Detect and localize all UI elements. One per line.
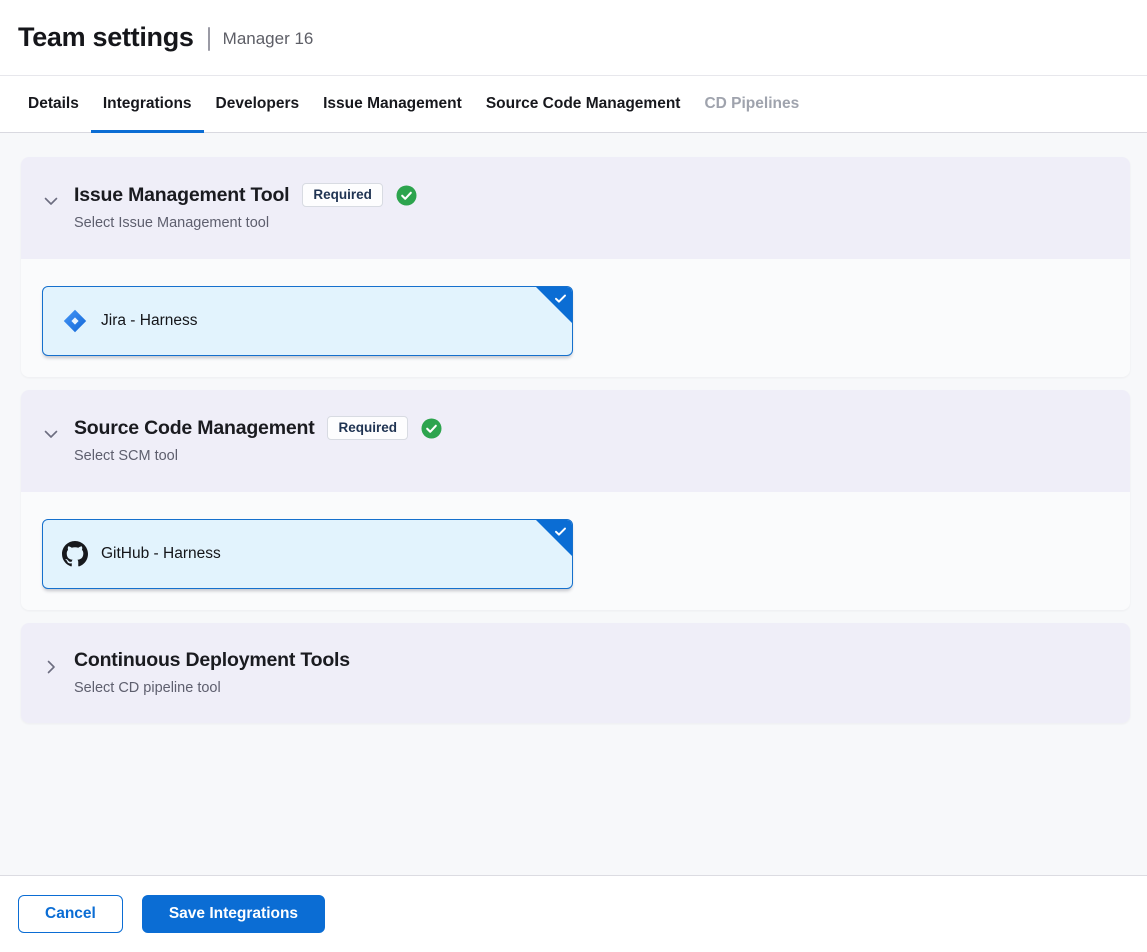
team-name-label: Manager 16 — [223, 29, 314, 49]
page-title: Team settings — [18, 22, 194, 53]
section-scm-header[interactable]: Source Code Management Required Select S… — [21, 390, 1130, 492]
section-title-row: Source Code Management Required — [74, 416, 442, 440]
section-issue-management-header[interactable]: Issue Management Tool Required Select Is… — [21, 157, 1130, 259]
section-title: Issue Management Tool — [74, 184, 289, 207]
section-issue-management-head-main: Issue Management Tool Required Select Is… — [74, 183, 417, 231]
section-cd-head-main: Continuous Deployment Tools Select CD pi… — [74, 649, 350, 696]
page-header: Team settings Manager 16 — [0, 0, 1147, 76]
required-badge: Required — [327, 416, 408, 440]
section-title-row: Issue Management Tool Required — [74, 183, 417, 207]
section-issue-management-tool: Issue Management Tool Required Select Is… — [21, 157, 1130, 377]
section-title-row: Continuous Deployment Tools — [74, 649, 350, 672]
section-source-code-management: Source Code Management Required Select S… — [21, 390, 1130, 610]
section-title: Source Code Management — [74, 417, 314, 440]
section-subtitle: Select Issue Management tool — [74, 215, 417, 231]
selected-check-icon — [553, 291, 568, 306]
integrations-panel: Issue Management Tool Required Select Is… — [0, 133, 1147, 875]
section-scm-head-main: Source Code Management Required Select S… — [74, 416, 442, 464]
cancel-button[interactable]: Cancel — [18, 895, 123, 933]
section-subtitle: Select SCM tool — [74, 448, 442, 464]
required-badge: Required — [302, 183, 383, 207]
chevron-right-icon[interactable] — [40, 656, 62, 678]
github-icon — [62, 541, 88, 567]
footer-action-bar: Cancel Save Integrations — [0, 875, 1147, 952]
section-continuous-deployment: Continuous Deployment Tools Select CD pi… — [21, 623, 1130, 723]
tab-integrations[interactable]: Integrations — [91, 76, 204, 132]
section-subtitle: Select CD pipeline tool — [74, 680, 350, 696]
tool-card-label: Jira - Harness — [101, 312, 197, 330]
tab-bar: Details Integrations Developers Issue Ma… — [0, 76, 1147, 133]
team-settings-page: Team settings Manager 16 Details Integra… — [0, 0, 1147, 952]
chevron-down-icon[interactable] — [40, 190, 62, 212]
section-scm-body: GitHub - Harness — [21, 492, 1130, 610]
jira-icon — [62, 308, 88, 334]
tool-card-github[interactable]: GitHub - Harness — [42, 519, 573, 589]
tab-developers[interactable]: Developers — [204, 76, 312, 132]
selected-check-icon — [553, 524, 568, 539]
completed-check-icon — [421, 418, 442, 439]
tab-details[interactable]: Details — [16, 76, 91, 132]
tab-issue-management[interactable]: Issue Management — [311, 76, 474, 132]
section-title: Continuous Deployment Tools — [74, 649, 350, 672]
section-cd-header[interactable]: Continuous Deployment Tools Select CD pi… — [21, 623, 1130, 723]
completed-check-icon — [396, 185, 417, 206]
tool-card-label: GitHub - Harness — [101, 545, 221, 563]
save-integrations-button[interactable]: Save Integrations — [142, 895, 325, 933]
title-separator — [208, 27, 210, 51]
tab-source-code-management[interactable]: Source Code Management — [474, 76, 693, 132]
tab-cd-pipelines: CD Pipelines — [692, 76, 811, 132]
chevron-down-icon[interactable] — [40, 423, 62, 445]
section-issue-management-body: Jira - Harness — [21, 259, 1130, 377]
tool-card-jira[interactable]: Jira - Harness — [42, 286, 573, 356]
